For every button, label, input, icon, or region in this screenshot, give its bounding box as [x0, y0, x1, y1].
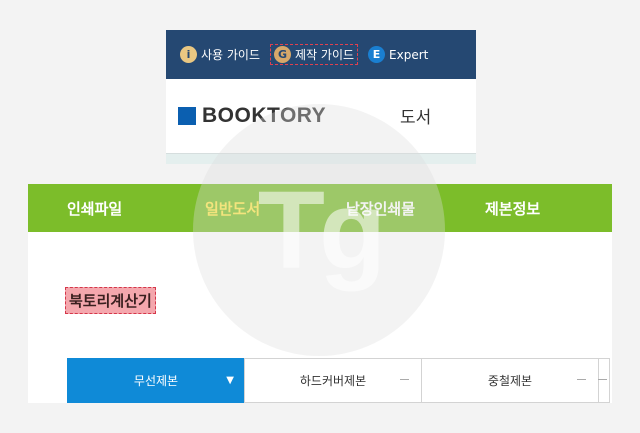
- user-guide-label: 사용 가이드: [201, 48, 261, 62]
- dash-icon: [400, 379, 409, 380]
- expert-e-icon: E: [368, 46, 386, 63]
- tab-perfect-binding[interactable]: 무선제본 ▼: [67, 358, 245, 403]
- binding-tabs: 무선제본 ▼ 하드커버제본 중철제본: [67, 358, 610, 403]
- logo-row: BOOKTORY 도서: [166, 79, 476, 153]
- tab-label: 중철제본: [487, 374, 533, 388]
- calculator-title: 북토리계산기: [65, 287, 156, 314]
- dash-icon: [598, 379, 607, 380]
- tab-label: 무선제본: [133, 374, 179, 388]
- menu-item-single-prints[interactable]: 낱장인쇄물: [346, 198, 415, 219]
- nav-item-books[interactable]: 도서: [400, 103, 431, 128]
- guide-g-icon: G: [274, 46, 292, 63]
- header-strip: [166, 153, 476, 164]
- tab-saddle-stitch-binding[interactable]: 중철제본: [421, 358, 599, 403]
- calculator-section: 북토리계산기 무선제본 ▼ 하드커버제본 중철제본: [28, 232, 612, 403]
- expert-label: Expert: [389, 47, 429, 62]
- info-icon: i: [180, 46, 197, 63]
- tab-more[interactable]: [598, 358, 610, 403]
- site-logo[interactable]: BOOKTORY: [202, 104, 326, 128]
- expert-link[interactable]: E Expert: [366, 44, 430, 65]
- site-header: i 사용 가이드 G 제작 가이드 E Expert BOOKTORY 도서: [166, 30, 476, 164]
- dash-icon: [577, 379, 586, 380]
- logo-square-icon: [178, 107, 196, 125]
- tab-hardcover-binding[interactable]: 하드커버제본: [244, 358, 422, 403]
- production-guide-label: 제작 가이드: [295, 48, 355, 62]
- production-guide-link[interactable]: G 제작 가이드: [270, 44, 359, 65]
- tab-label: 하드커버제본: [299, 374, 367, 388]
- menu-item-print-file[interactable]: 인쇄파일: [67, 198, 122, 219]
- caret-down-icon: ▼: [226, 375, 234, 386]
- menu-item-binding-info[interactable]: 제본정보: [485, 198, 540, 219]
- menu-item-general-books[interactable]: 일반도서: [205, 198, 260, 219]
- user-guide-link[interactable]: i 사용 가이드: [178, 44, 262, 65]
- guide-bar: i 사용 가이드 G 제작 가이드 E Expert: [166, 30, 476, 79]
- main-menu: 인쇄파일 일반도서 낱장인쇄물 제본정보: [28, 184, 612, 232]
